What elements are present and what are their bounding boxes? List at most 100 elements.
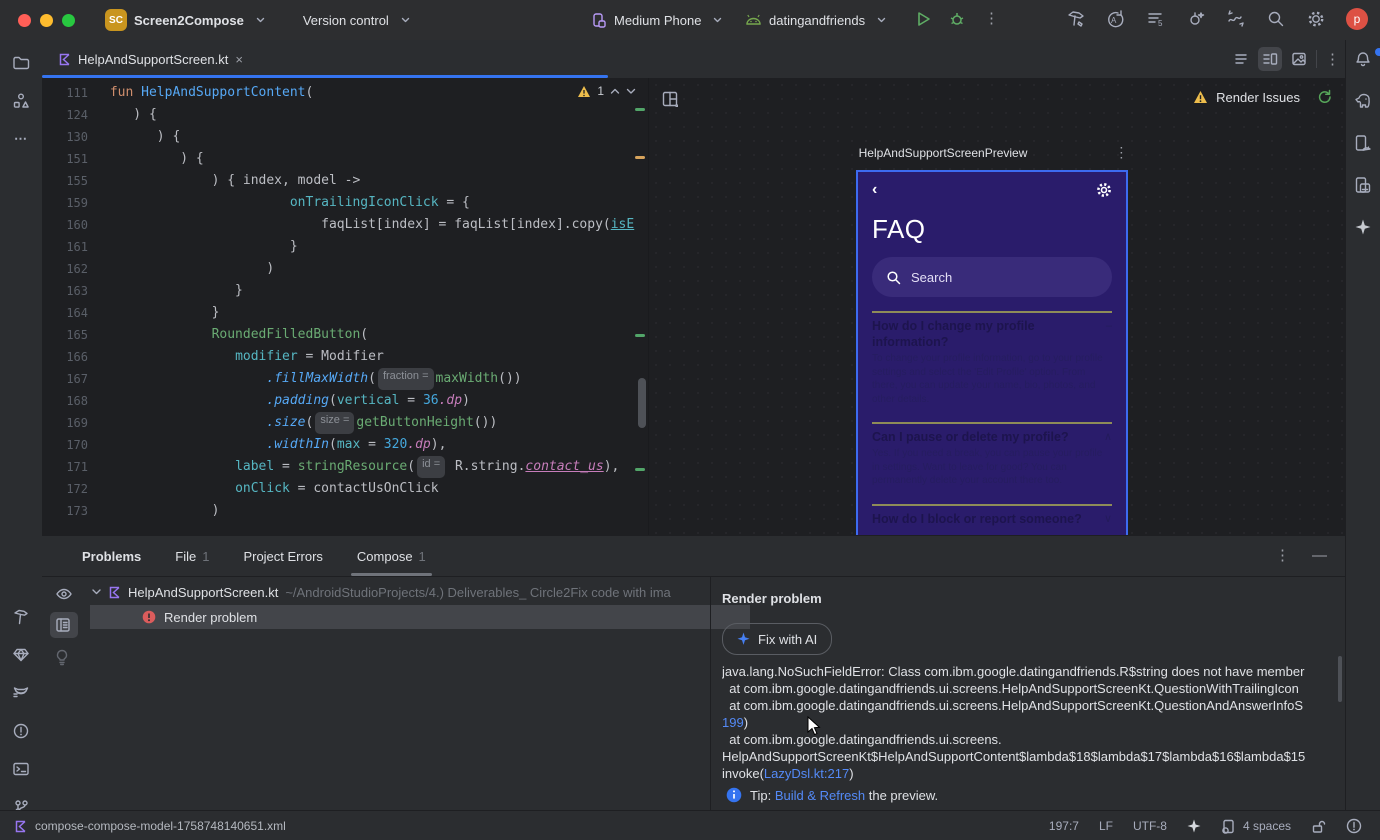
build-icon[interactable] — [1066, 9, 1086, 29]
settings-gear-icon[interactable] — [1306, 9, 1326, 29]
code-line[interactable]: 160 faqList[index] = faqList[index].copy… — [42, 214, 648, 236]
preview-eye-button[interactable] — [50, 582, 78, 606]
commit-tool-button[interactable] — [0, 82, 42, 120]
code-line[interactable]: 151 ) { — [42, 148, 648, 170]
code-line[interactable]: 167 .fillMaxWidth(fraction = maxWidth()) — [42, 368, 648, 390]
code-line[interactable]: 124 ) { — [42, 104, 648, 126]
pane-divider[interactable] — [710, 577, 711, 811]
gemini-tool-button[interactable] — [0, 636, 42, 674]
code-line[interactable]: 166 modifier = Modifier — [42, 346, 648, 368]
code-token: = { — [438, 195, 470, 210]
close-window-button[interactable] — [18, 13, 31, 27]
code-line[interactable]: 162 ) — [42, 258, 648, 280]
more-run-options-icon[interactable]: ⋮ — [984, 9, 999, 27]
zoom-window-button[interactable] — [62, 13, 75, 27]
code-token: faqList[index] = faqList[index].copy( — [102, 217, 611, 232]
close-tab-icon[interactable]: × — [235, 52, 243, 67]
refresh-icon[interactable] — [1316, 89, 1332, 105]
code-line[interactable]: 155 ) { index, model -> — [42, 170, 648, 192]
logcat-tool-button[interactable] — [0, 674, 42, 712]
project-widget[interactable]: SC Screen2Compose — [105, 9, 265, 31]
details-view-button[interactable] — [50, 612, 78, 638]
code-line[interactable]: 159 onTrailingIconClick = { — [42, 192, 648, 214]
trace-text: java.lang.NoSuchFieldError: Class com.ib… — [722, 664, 1305, 679]
code-line[interactable]: 170 .widthIn(max = 320 .dp), — [42, 434, 648, 456]
code-view-icon[interactable] — [1232, 50, 1250, 68]
search-icon[interactable] — [1266, 9, 1286, 29]
render-issues-widget[interactable]: Render Issues — [1193, 89, 1332, 105]
trace-link[interactable]: 199 — [722, 715, 744, 730]
debug-ai-icon[interactable] — [1186, 9, 1206, 29]
todo-list-icon[interactable]: 5 — [1146, 9, 1166, 29]
code-line[interactable]: 165 RoundedFilledButton( — [42, 324, 648, 346]
panel-tab-problems[interactable]: Problems — [82, 536, 141, 576]
code-line[interactable]: 173 ) — [42, 500, 648, 522]
code-line[interactable]: 130 ) { — [42, 126, 648, 148]
code-line[interactable]: 169 .size(size = getButtonHeight()) — [42, 412, 648, 434]
editor-scrollbar[interactable] — [638, 378, 646, 428]
inspections-widget[interactable]: 1 — [577, 84, 636, 98]
problems-tree-file-row[interactable]: HelpAndSupportScreen.kt ~/AndroidStudioP… — [92, 581, 710, 603]
prev-problem-icon[interactable] — [610, 88, 620, 95]
editor-options-icon[interactable]: ⋮ — [1325, 50, 1340, 68]
indent-widget[interactable]: 4 spaces — [1221, 819, 1291, 834]
gradle-tool-button[interactable] — [1353, 92, 1380, 110]
faq-expand-icon: – — [1105, 320, 1112, 332]
panel-minimize-icon[interactable]: — — [1312, 547, 1327, 564]
preview-header[interactable]: HelpAndSupportScreenPreview ⋮ — [856, 144, 1129, 161]
running-devices-tool-button[interactable] — [1354, 176, 1380, 196]
preview-menu-icon[interactable]: ⋮ — [1114, 144, 1128, 161]
error-highlight-icon[interactable] — [1346, 818, 1362, 834]
build-refresh-link[interactable]: Build & Refresh — [775, 788, 865, 803]
tab-helpandsupportscreen[interactable]: HelpAndSupportScreen.kt × — [50, 40, 251, 78]
run-button[interactable] — [914, 10, 932, 28]
profiler-icon[interactable] — [1226, 9, 1246, 29]
line-ending[interactable]: LF — [1099, 819, 1113, 833]
notifications-button[interactable] — [1353, 48, 1380, 70]
panel-options-icon[interactable]: ⋮ — [1275, 546, 1290, 564]
faq-expand-icon: ∨ — [1103, 512, 1112, 525]
detail-scrollbar[interactable] — [1338, 656, 1342, 702]
preview-layout-mode-button[interactable] — [661, 90, 679, 108]
debug-button[interactable] — [948, 10, 966, 28]
project-tool-button[interactable] — [0, 44, 42, 82]
code-line[interactable]: 171 label = stringResource(id = R.string… — [42, 456, 648, 478]
quick-fix-bulb-button[interactable] — [50, 644, 78, 671]
panel-tab-file[interactable]: File 1 — [175, 536, 209, 576]
code-token: .padding — [266, 393, 329, 408]
more-tools-button[interactable]: ⋯ — [0, 120, 42, 158]
code-line[interactable]: 163 } — [42, 280, 648, 302]
split-view-button[interactable] — [1258, 47, 1282, 71]
code-line[interactable]: 111 fun HelpAndSupportContent( — [42, 82, 648, 104]
cursor-position[interactable]: 197:7 — [1049, 819, 1079, 833]
sparkle-icon[interactable] — [1187, 819, 1201, 834]
device-selector[interactable]: Medium Phone — [592, 12, 722, 28]
code-line[interactable]: 164 } — [42, 302, 648, 324]
code-line[interactable]: 172 onClick = contactUsOnClick — [42, 478, 648, 500]
encoding[interactable]: UTF-8 — [1133, 819, 1167, 833]
terminal-tool-button[interactable] — [0, 750, 42, 788]
build-tool-button[interactable] — [0, 598, 42, 636]
code-token: HelpAndSupportContent — [141, 85, 306, 100]
editor-tab-strip: HelpAndSupportScreen.kt × ⋮ — [42, 40, 1380, 79]
render-problem-row[interactable]: Render problem — [90, 605, 750, 629]
code-line[interactable]: 161 } — [42, 236, 648, 258]
code-editor[interactable]: 111 fun HelpAndSupportContent(124 ) {130… — [42, 78, 648, 535]
vcs-widget[interactable]: Version control — [303, 13, 410, 28]
unlock-icon[interactable] — [1311, 819, 1326, 834]
panel-tab-compose[interactable]: Compose 1 — [350, 536, 432, 576]
fix-with-ai-button[interactable]: Fix with AI — [722, 623, 833, 655]
problems-tool-button[interactable] — [0, 712, 42, 750]
next-problem-icon[interactable] — [626, 88, 636, 95]
preview-view-icon[interactable] — [1290, 50, 1308, 68]
ai-code-completion-icon[interactable]: A — [1106, 9, 1126, 29]
gemini-sparkle-button[interactable] — [1354, 218, 1380, 236]
device-manager-tool-button[interactable] — [1354, 134, 1380, 154]
trace-link[interactable]: LazyDsl.kt:217 — [764, 766, 849, 781]
minimize-window-button[interactable] — [40, 13, 53, 27]
panel-tab-project-errors[interactable]: Project Errors — [243, 536, 322, 576]
avatar[interactable]: p — [1346, 8, 1368, 30]
statusbar-file-widget[interactable]: compose-compose-model-1758748140651.xml — [14, 819, 286, 833]
run-config-selector[interactable]: datingandfriends — [745, 13, 886, 28]
code-line[interactable]: 168 .padding(vertical = 36 .dp) — [42, 390, 648, 412]
